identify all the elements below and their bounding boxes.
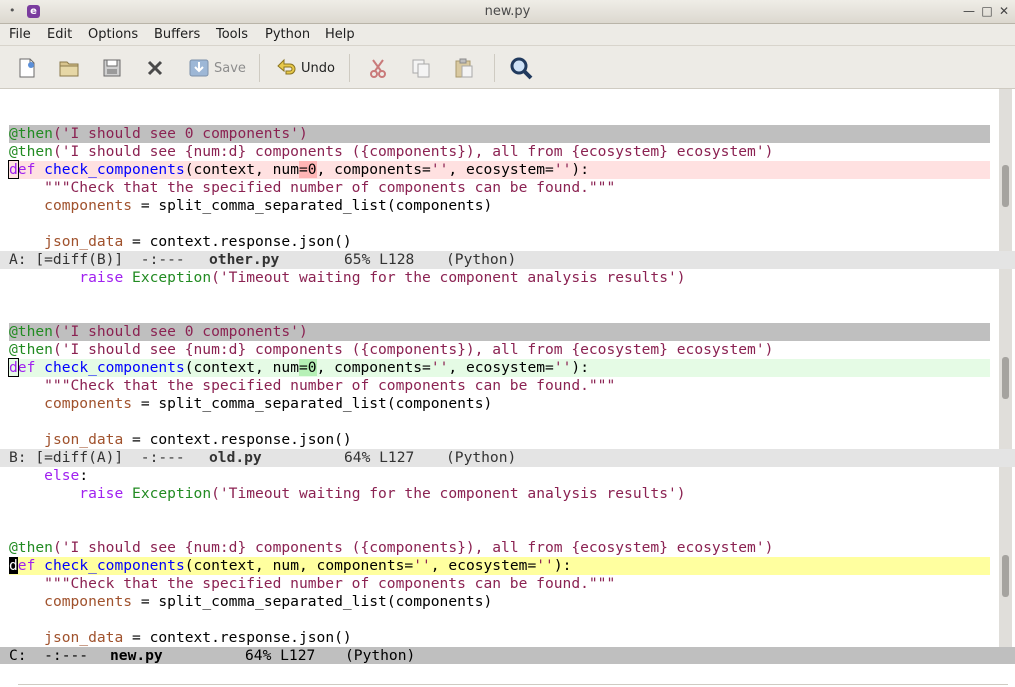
toolbar-separator [259,54,260,82]
modeline-a[interactable]: A: [=diff(B)] -:--- other.py 65% L128 (P… [0,251,1015,269]
copy-button[interactable] [410,54,432,82]
minimize-icon[interactable]: — [962,4,976,18]
modeline-mode[interactable]: (Python) [345,647,415,665]
undo-label: Undo [301,60,335,76]
copy-icon [412,59,430,78]
code-line: @then('I should see {num:d} components (… [9,539,774,556]
window-title: new.py [484,4,531,19]
modeline-buffer-name[interactable]: other.py [209,251,279,269]
new-file-button[interactable] [16,54,38,82]
code-line: json_data = context.response.json() [44,431,352,448]
search-icon [510,57,533,80]
scrollbar-thumb-c[interactable] [1002,555,1009,597]
code-line: def check_components(context, num, compo… [9,557,572,574]
modeline-position: 64% L127 [245,647,316,664]
maximize-icon[interactable]: □ [980,4,994,18]
modeline-position: 65% L128 [344,251,415,268]
text-cursor: d [9,557,18,574]
code-line: @then('I should see 0 components') [9,323,308,340]
save-label: Save [214,60,246,76]
open-file-button[interactable] [58,54,80,82]
toolbar: Save Undo [0,46,1015,89]
toolbar-separator [349,54,350,82]
code-line: json_data = context.response.json() [44,233,352,250]
code-line: raise Exception('Timeout waiting for the… [79,485,686,502]
minibuffer-divider [18,684,1008,685]
modeline-mode[interactable]: (Python) [446,449,516,467]
modeline-status: C: -:--- [9,647,106,664]
menu-help[interactable]: Help [325,27,355,42]
code-line: components = split_comma_separated_list(… [44,197,493,214]
save-button[interactable]: Save [188,54,246,82]
menu-file[interactable]: File [9,27,31,42]
modeline-b[interactable]: B: [=diff(A)] -:--- old.py 64% L127 (Pyt… [0,449,1015,467]
code-line: def check_components(context, num=0, com… [8,160,589,179]
modeline-position: 64% L127 [344,449,415,466]
code-line: @then('I should see {num:d} components (… [9,143,774,160]
code-line: """Check that the specified number of co… [9,179,616,196]
code-line: else: [44,467,89,484]
code-line: components = split_comma_separated_list(… [44,395,493,412]
modeline-buffer-name[interactable]: new.py [110,647,163,665]
code-line: """Check that the specified number of co… [9,575,616,592]
close-x-icon [147,60,163,76]
undo-icon [277,58,296,75]
modeline-status: B: [=diff(A)] -:--- [9,449,203,466]
menu-buffers[interactable]: Buffers [154,27,200,42]
menu-edit[interactable]: Edit [47,27,72,42]
search-button[interactable] [509,54,533,82]
close-buffer-button[interactable] [144,54,166,82]
paste-button[interactable] [453,54,475,82]
modeline-status: A: [=diff(B)] -:--- [9,251,203,268]
scrollbar-thumb-b[interactable] [1002,357,1009,399]
disk-icon [103,59,121,77]
close-icon[interactable]: ✕ [997,4,1011,18]
editor-pane-b[interactable]: raise Exception('Timeout waiting for the… [0,269,1015,449]
menu-bar: File Edit Options Buffers Tools Python H… [0,24,1015,46]
code-line: json_data = context.response.json() [44,629,352,646]
menu-tools[interactable]: Tools [216,27,248,42]
code-line: components = split_comma_separated_list(… [44,593,493,610]
menu-python[interactable]: Python [265,27,310,42]
modeline-buffer-name[interactable]: old.py [209,449,262,467]
menu-options[interactable]: Options [88,27,138,42]
folder-icon [59,61,79,77]
cut-button[interactable] [367,54,389,82]
new-file-icon [19,58,35,78]
modeline-mode[interactable]: (Python) [446,251,516,269]
undo-button[interactable]: Undo [275,54,335,82]
toolbar-separator [494,54,495,82]
modeline-c[interactable]: C: -:--- new.py 64% L127 (Python) [0,647,1015,665]
save-disk-button[interactable] [101,54,123,82]
title-bar: • e new.py — □ ✕ [0,0,1015,24]
code-line: @then('I should see {num:d} components (… [9,341,774,358]
code-line: def check_components(context, num=0, com… [8,358,589,377]
minibuffer[interactable] [0,664,1015,687]
editor-pane-a[interactable]: @then('I should see 0 components') @then… [0,89,1015,251]
code-line: raise Exception('Timeout waiting for the… [79,269,686,286]
scrollbar-thumb-a[interactable] [1002,165,1009,207]
scissors-icon [370,59,386,78]
code-line: """Check that the specified number of co… [9,377,616,394]
code-line: @then('I should see 0 components') [9,125,308,142]
paste-icon [455,58,473,78]
editor-pane-c[interactable]: else: raise Exception('Timeout waiting f… [0,467,1015,647]
save-icon [189,59,209,77]
